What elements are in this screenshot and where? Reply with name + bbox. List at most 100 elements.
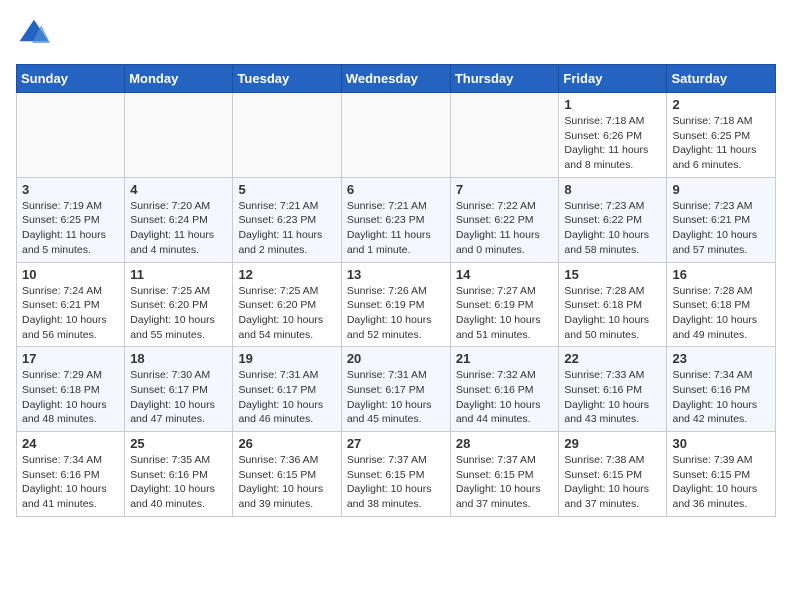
day-info: Sunrise: 7:18 AM Sunset: 6:26 PM Dayligh… <box>564 114 661 173</box>
day-number: 13 <box>347 267 445 282</box>
logo <box>16 16 56 52</box>
calendar-cell: 24Sunrise: 7:34 AM Sunset: 6:16 PM Dayli… <box>17 432 125 517</box>
day-number: 29 <box>564 436 661 451</box>
calendar-cell: 10 Sunrise: 7:24 AM Sunset: 6:21 PM Dayli… <box>17 262 125 347</box>
calendar-cell: 12 Sunrise: 7:25 AM Sunset: 6:20 PM Dayli… <box>233 262 341 347</box>
calendar-cell <box>341 93 450 178</box>
day-info: Sunrise: 7:18 AM Sunset: 6:25 PM Dayligh… <box>672 114 770 173</box>
day-info: Sunrise: 7:31 AM Sunset: 6:17 PM Dayligh… <box>347 368 445 427</box>
calendar-cell: 8 Sunrise: 7:23 AM Sunset: 6:22 PM Daylig… <box>559 177 667 262</box>
day-info: Sunrise: 7:31 AM Sunset: 6:17 PM Dayligh… <box>238 368 335 427</box>
calendar-cell: 15 Sunrise: 7:28 AM Sunset: 6:18 PM Dayli… <box>559 262 667 347</box>
day-info: Sunrise: 7:21 AM Sunset: 6:23 PM Dayligh… <box>238 199 335 258</box>
day-number: 18 <box>130 351 227 366</box>
calendar-cell: 30Sunrise: 7:39 AM Sunset: 6:15 PM Dayli… <box>667 432 776 517</box>
calendar-cell: 27Sunrise: 7:37 AM Sunset: 6:15 PM Dayli… <box>341 432 450 517</box>
day-number: 7 <box>456 182 554 197</box>
weekday-header: Tuesday <box>233 65 341 93</box>
day-info: Sunrise: 7:28 AM Sunset: 6:18 PM Dayligh… <box>564 284 661 343</box>
calendar-week-row: 17 Sunrise: 7:29 AM Sunset: 6:18 PM Dayli… <box>17 347 776 432</box>
calendar-table: SundayMondayTuesdayWednesdayThursdayFrid… <box>16 64 776 517</box>
day-info: Sunrise: 7:22 AM Sunset: 6:22 PM Dayligh… <box>456 199 554 258</box>
day-info: Sunrise: 7:37 AM Sunset: 6:15 PM Dayligh… <box>347 453 445 512</box>
day-number: 12 <box>238 267 335 282</box>
day-info: Sunrise: 7:35 AM Sunset: 6:16 PM Dayligh… <box>130 453 227 512</box>
day-info: Sunrise: 7:28 AM Sunset: 6:18 PM Dayligh… <box>672 284 770 343</box>
day-info: Sunrise: 7:32 AM Sunset: 6:16 PM Dayligh… <box>456 368 554 427</box>
calendar-cell: 23 Sunrise: 7:34 AM Sunset: 6:16 PM Dayli… <box>667 347 776 432</box>
day-number: 14 <box>456 267 554 282</box>
day-info: Sunrise: 7:26 AM Sunset: 6:19 PM Dayligh… <box>347 284 445 343</box>
day-number: 28 <box>456 436 554 451</box>
calendar-cell: 26 Sunrise: 7:36 AM Sunset: 6:15 PM Dayli… <box>233 432 341 517</box>
day-number: 22 <box>564 351 661 366</box>
calendar-cell <box>125 93 233 178</box>
day-info: Sunrise: 7:23 AM Sunset: 6:22 PM Dayligh… <box>564 199 661 258</box>
calendar-cell <box>17 93 125 178</box>
calendar-cell: 2 Sunrise: 7:18 AM Sunset: 6:25 PM Daylig… <box>667 93 776 178</box>
calendar-cell <box>233 93 341 178</box>
calendar-cell: 22 Sunrise: 7:33 AM Sunset: 6:16 PM Dayli… <box>559 347 667 432</box>
page-header <box>16 16 776 52</box>
calendar-cell: 25Sunrise: 7:35 AM Sunset: 6:16 PM Dayli… <box>125 432 233 517</box>
day-info: Sunrise: 7:21 AM Sunset: 6:23 PM Dayligh… <box>347 199 445 258</box>
day-info: Sunrise: 7:19 AM Sunset: 6:25 PM Dayligh… <box>22 199 119 258</box>
calendar-cell: 13 Sunrise: 7:26 AM Sunset: 6:19 PM Dayli… <box>341 262 450 347</box>
weekday-header: Sunday <box>17 65 125 93</box>
day-info: Sunrise: 7:23 AM Sunset: 6:21 PM Dayligh… <box>672 199 770 258</box>
day-info: Sunrise: 7:25 AM Sunset: 6:20 PM Dayligh… <box>238 284 335 343</box>
day-info: Sunrise: 7:34 AM Sunset: 6:16 PM Dayligh… <box>672 368 770 427</box>
weekday-header: Thursday <box>450 65 559 93</box>
day-info: Sunrise: 7:24 AM Sunset: 6:21 PM Dayligh… <box>22 284 119 343</box>
day-number: 1 <box>564 97 661 112</box>
weekday-header: Wednesday <box>341 65 450 93</box>
weekday-header: Monday <box>125 65 233 93</box>
day-info: Sunrise: 7:29 AM Sunset: 6:18 PM Dayligh… <box>22 368 119 427</box>
calendar-week-row: 3 Sunrise: 7:19 AM Sunset: 6:25 PM Daylig… <box>17 177 776 262</box>
calendar-cell: 21 Sunrise: 7:32 AM Sunset: 6:16 PM Dayli… <box>450 347 559 432</box>
day-number: 5 <box>238 182 335 197</box>
calendar-week-row: 1 Sunrise: 7:18 AM Sunset: 6:26 PM Daylig… <box>17 93 776 178</box>
calendar-cell: 17 Sunrise: 7:29 AM Sunset: 6:18 PM Dayli… <box>17 347 125 432</box>
day-info: Sunrise: 7:36 AM Sunset: 6:15 PM Dayligh… <box>238 453 335 512</box>
calendar-cell: 14 Sunrise: 7:27 AM Sunset: 6:19 PM Dayli… <box>450 262 559 347</box>
day-number: 3 <box>22 182 119 197</box>
calendar-cell: 19 Sunrise: 7:31 AM Sunset: 6:17 PM Dayli… <box>233 347 341 432</box>
day-number: 8 <box>564 182 661 197</box>
calendar-cell: 29 Sunrise: 7:38 AM Sunset: 6:15 PM Dayli… <box>559 432 667 517</box>
day-number: 23 <box>672 351 770 366</box>
day-number: 11 <box>130 267 227 282</box>
day-number: 26 <box>238 436 335 451</box>
calendar-cell: 3 Sunrise: 7:19 AM Sunset: 6:25 PM Daylig… <box>17 177 125 262</box>
day-number: 9 <box>672 182 770 197</box>
day-info: Sunrise: 7:33 AM Sunset: 6:16 PM Dayligh… <box>564 368 661 427</box>
day-info: Sunrise: 7:39 AM Sunset: 6:15 PM Dayligh… <box>672 453 770 512</box>
day-number: 17 <box>22 351 119 366</box>
weekday-header: Saturday <box>667 65 776 93</box>
day-info: Sunrise: 7:37 AM Sunset: 6:15 PM Dayligh… <box>456 453 554 512</box>
calendar-cell: 11 Sunrise: 7:25 AM Sunset: 6:20 PM Dayli… <box>125 262 233 347</box>
day-number: 2 <box>672 97 770 112</box>
day-number: 16 <box>672 267 770 282</box>
day-number: 21 <box>456 351 554 366</box>
calendar-cell: 9 Sunrise: 7:23 AM Sunset: 6:21 PM Daylig… <box>667 177 776 262</box>
day-number: 20 <box>347 351 445 366</box>
calendar-cell: 5 Sunrise: 7:21 AM Sunset: 6:23 PM Daylig… <box>233 177 341 262</box>
calendar-cell: 20 Sunrise: 7:31 AM Sunset: 6:17 PM Dayli… <box>341 347 450 432</box>
calendar-cell: 7 Sunrise: 7:22 AM Sunset: 6:22 PM Daylig… <box>450 177 559 262</box>
weekday-header: Friday <box>559 65 667 93</box>
logo-icon <box>16 16 52 52</box>
day-number: 19 <box>238 351 335 366</box>
day-info: Sunrise: 7:27 AM Sunset: 6:19 PM Dayligh… <box>456 284 554 343</box>
day-number: 15 <box>564 267 661 282</box>
calendar-week-row: 24Sunrise: 7:34 AM Sunset: 6:16 PM Dayli… <box>17 432 776 517</box>
calendar-cell: 18Sunrise: 7:30 AM Sunset: 6:17 PM Dayli… <box>125 347 233 432</box>
calendar-cell: 16 Sunrise: 7:28 AM Sunset: 6:18 PM Dayli… <box>667 262 776 347</box>
calendar-cell <box>450 93 559 178</box>
calendar-header-row: SundayMondayTuesdayWednesdayThursdayFrid… <box>17 65 776 93</box>
calendar-week-row: 10 Sunrise: 7:24 AM Sunset: 6:21 PM Dayli… <box>17 262 776 347</box>
day-number: 6 <box>347 182 445 197</box>
day-info: Sunrise: 7:38 AM Sunset: 6:15 PM Dayligh… <box>564 453 661 512</box>
day-number: 10 <box>22 267 119 282</box>
day-info: Sunrise: 7:25 AM Sunset: 6:20 PM Dayligh… <box>130 284 227 343</box>
